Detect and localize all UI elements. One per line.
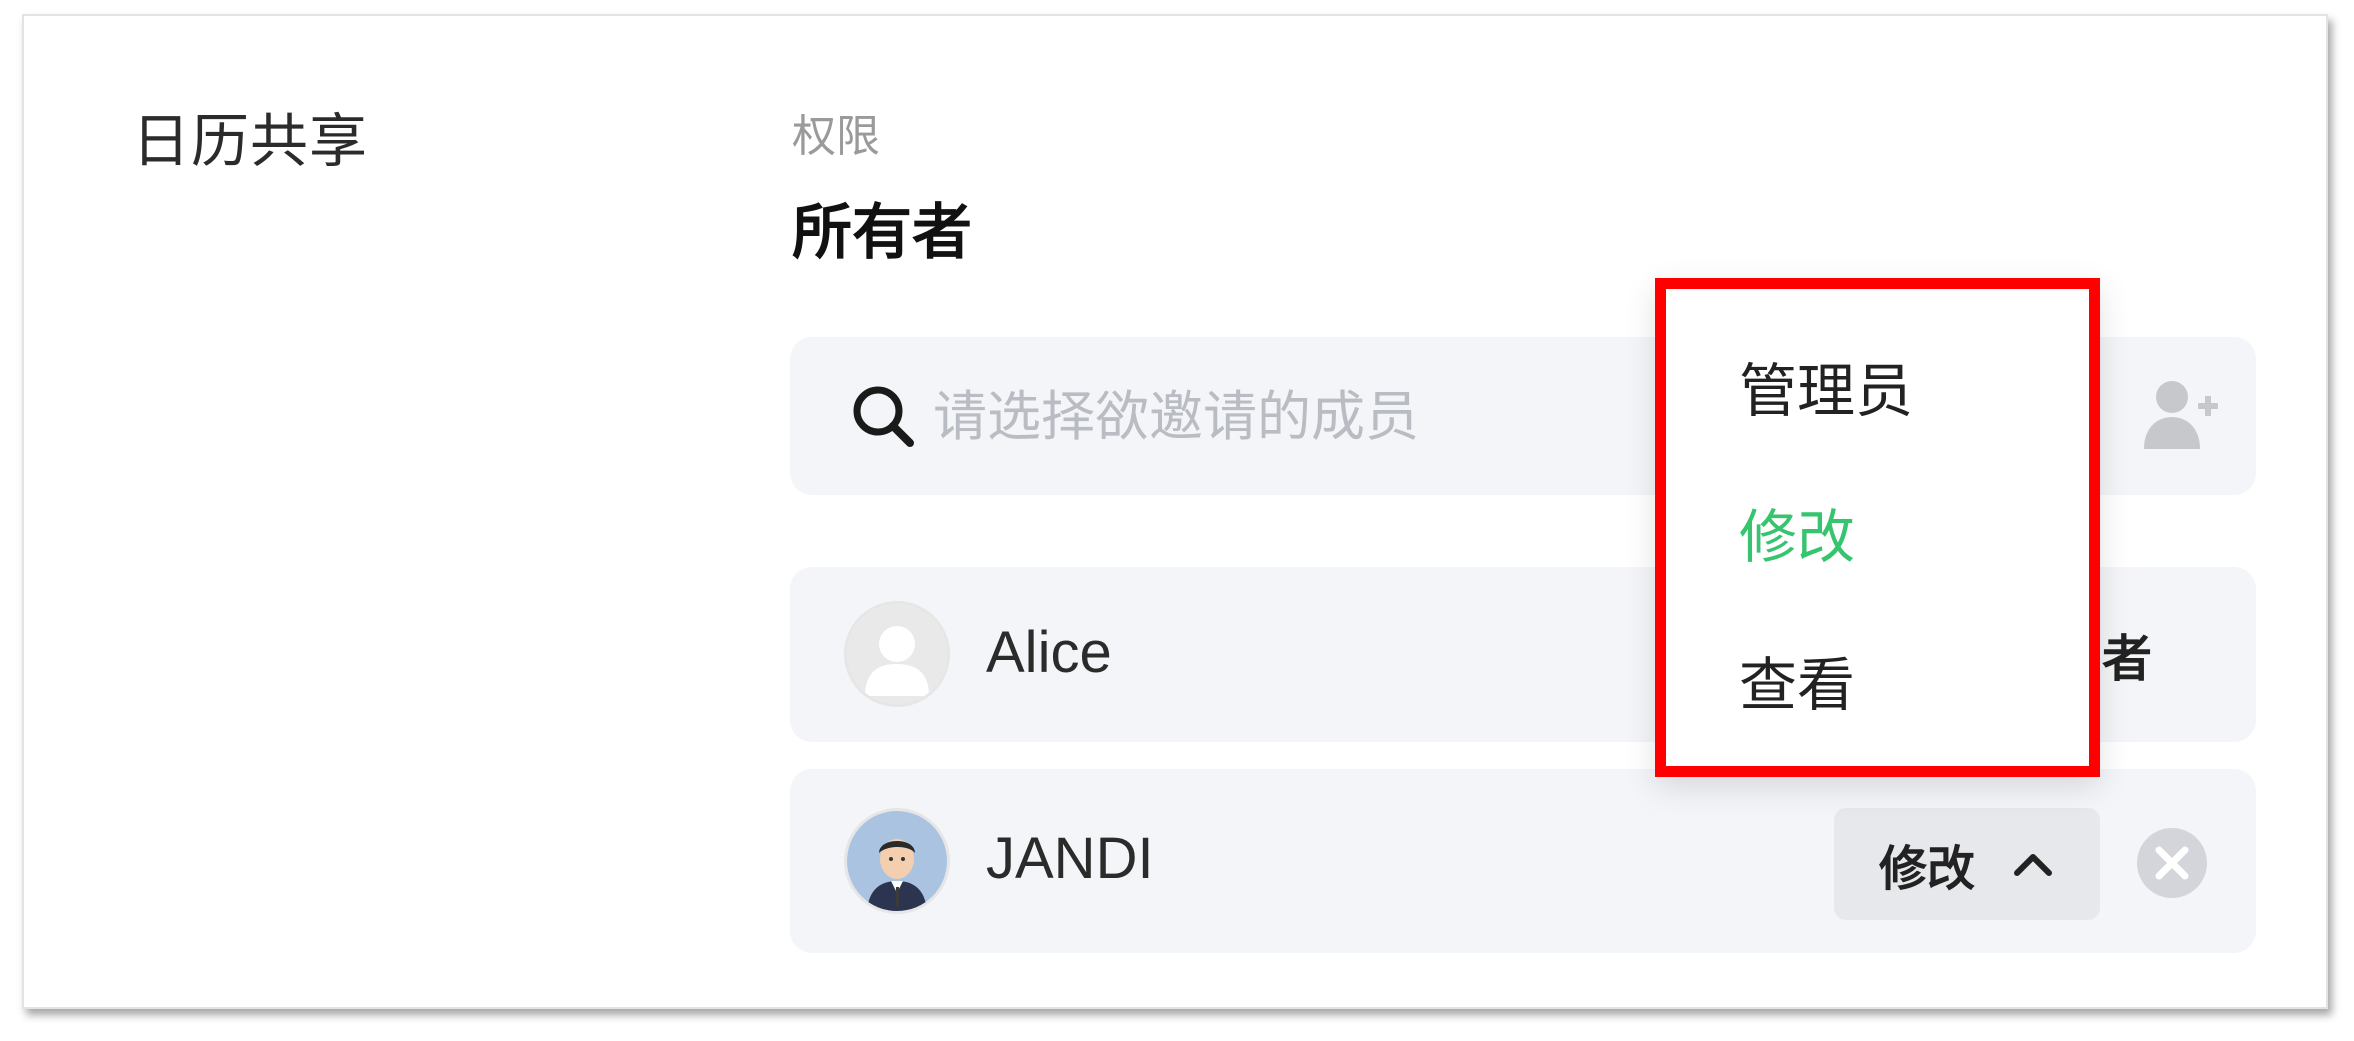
member-row-jandi: JANDI 修改 [790, 769, 2256, 953]
role-option-view[interactable]: 查看 [1739, 638, 1855, 722]
jandi-avatar-icon [847, 811, 947, 911]
close-circle-icon[interactable] [2135, 826, 2209, 900]
role-select-button[interactable]: 修改 [1834, 808, 2100, 920]
avatar [844, 808, 950, 914]
permission-caption: 权限 [792, 111, 880, 162]
member-name: Alice [986, 620, 1112, 685]
avatar [844, 601, 950, 707]
role-option-edit[interactable]: 修改 [1739, 490, 1855, 574]
default-user-avatar-icon [847, 604, 947, 704]
chevron-up-icon [2014, 854, 2052, 876]
role-option-admin[interactable]: 管理员 [1739, 344, 1913, 428]
section-title: 日历共享 [132, 107, 369, 175]
search-icon [853, 386, 914, 447]
permission-value: 所有者 [792, 198, 972, 268]
role-dropdown-menu: 管理员 修改 查看 [1655, 278, 2100, 777]
role-select-label: 修改 [1878, 841, 1975, 897]
calendar-share-panel: 日历共享 权限 所有者 Alice 所有者 [22, 14, 2328, 1009]
member-name: JANDI [986, 826, 1154, 891]
add-user-icon[interactable] [2140, 375, 2220, 455]
